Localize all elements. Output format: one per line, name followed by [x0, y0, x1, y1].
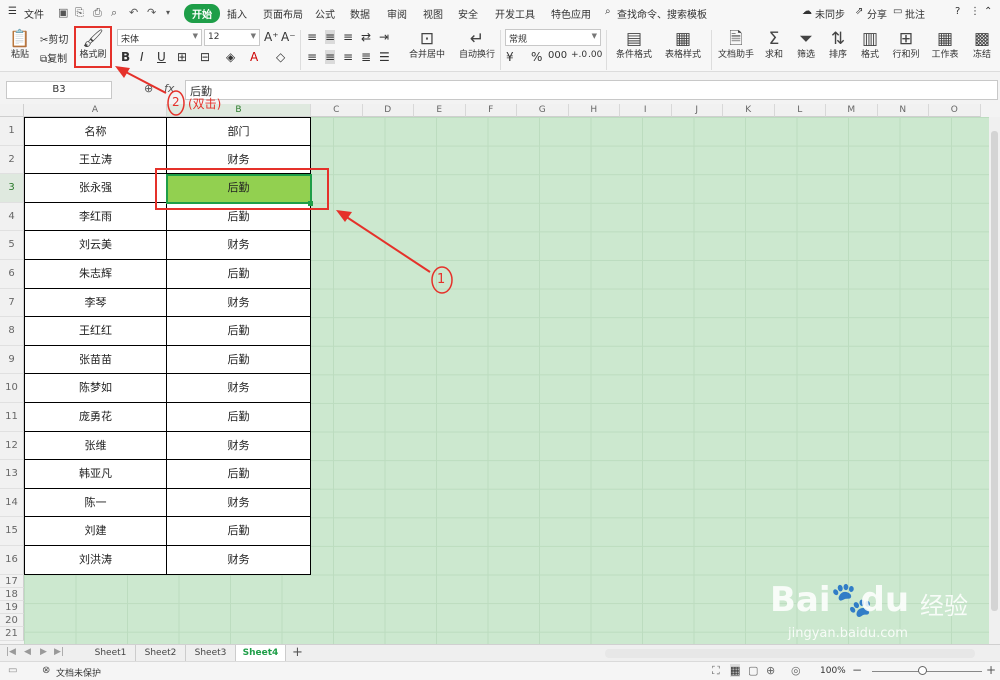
reading-mode-icon[interactable]: ◎ — [791, 664, 801, 677]
sheet-tab-4[interactable]: Sheet4 — [236, 645, 286, 661]
target-cell-highlight — [155, 168, 329, 210]
annotation-step-1: 1 — [437, 272, 446, 287]
last-sheet-icon[interactable]: ▶| — [54, 647, 64, 657]
first-sheet-icon[interactable]: |◀ — [6, 647, 16, 657]
protect-status[interactable]: 文档未保护 — [56, 666, 101, 679]
sheet-tab-3[interactable]: Sheet3 — [186, 645, 236, 661]
annotation-step-2: 2 — [172, 95, 180, 109]
paw-icon: 🐾 — [830, 580, 873, 620]
page-view-icon[interactable]: ▢ — [748, 664, 758, 677]
spreadsheet-app: ☰ 文件 ▣ ⎘ ⎙ ⌕ ↶ ↷ ▾ 开始 插入 页面布局 公式 数据 审阅 视… — [0, 0, 1000, 680]
macro-icon[interactable]: ▭ — [8, 665, 17, 676]
prev-sheet-icon[interactable]: ◀ — [24, 647, 31, 657]
sheet-tab-2[interactable]: Sheet2 — [136, 645, 186, 661]
zoom-in-icon[interactable]: + — [986, 663, 996, 677]
watermark-brand: Bai🐾du — [770, 580, 910, 620]
annotation-arrow-1 — [341, 213, 431, 273]
annotation-double-click: (双击) — [188, 97, 222, 111]
watermark-cn: 经验 — [920, 592, 968, 620]
normal-view-icon[interactable]: ▦ — [730, 664, 741, 677]
next-sheet-icon[interactable]: ▶ — [40, 647, 47, 657]
page-break-icon[interactable]: ⊕ — [766, 664, 775, 677]
status-bar: ▭ ⊗ 文档未保护 ⛶ ▦ ▢ ⊕ ◎ 100% − + — [0, 661, 1000, 680]
add-sheet-icon[interactable]: + — [292, 645, 303, 660]
sheet-tabs-bar: |◀ ◀ ▶ ▶| Sheet1 Sheet2 Sheet3 Sheet4 + — [0, 644, 1000, 661]
annotation-arrow-2 — [121, 69, 167, 94]
zoom-slider-thumb[interactable] — [918, 666, 927, 675]
zoom-level[interactable]: 100% — [820, 666, 846, 676]
fullscreen-icon[interactable]: ⛶ — [712, 664, 720, 678]
zoom-slider[interactable] — [872, 671, 982, 672]
watermark-url: jingyan.baidu.com — [788, 626, 908, 641]
sheet-tab-1[interactable]: Sheet1 — [86, 645, 136, 661]
protect-icon: ⊗ — [42, 665, 51, 676]
annotation-overlay — [115, 66, 453, 294]
zoom-out-icon[interactable]: − — [852, 663, 862, 677]
horizontal-scrollbar[interactable] — [605, 649, 975, 658]
